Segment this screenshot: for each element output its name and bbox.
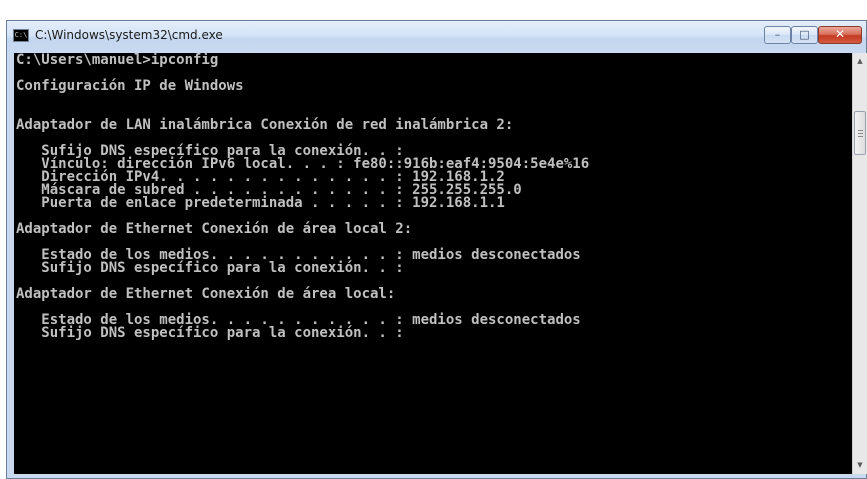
console-line: Adaptador de Ethernet Conexión de área l…: [16, 221, 413, 237]
scrollbar-thumb[interactable]: [854, 111, 866, 155]
console-line: C:\Users\manuel>ipconfig: [16, 53, 219, 68]
scroll-down-arrow-icon[interactable]: ▼: [853, 457, 867, 474]
cmd-window: C:\ C:\Windows\system32\cmd.exe – □ ✕ C:…: [6, 20, 867, 479]
console-line: Sufijo DNS específico para la conexión. …: [16, 325, 404, 341]
title-bar[interactable]: C:\ C:\Windows\system32\cmd.exe – □ ✕: [7, 21, 866, 53]
vertical-scrollbar[interactable]: ▲ ▼: [852, 53, 867, 474]
grip-line: [858, 130, 863, 131]
console-text: C:\Users\manuel>ipconfig Configuración IP…: [16, 53, 589, 341]
console-line: Adaptador de LAN inalámbrica Conexión de…: [16, 117, 514, 133]
maximize-button[interactable]: □: [791, 26, 818, 44]
grip-line: [858, 133, 863, 134]
close-button[interactable]: ✕: [818, 26, 862, 44]
minimize-button[interactable]: –: [764, 26, 791, 44]
console-output[interactable]: C:\Users\manuel>ipconfig Configuración IP…: [14, 53, 852, 474]
scroll-up-arrow-icon[interactable]: ▲: [853, 53, 867, 70]
console-line: Sufijo DNS específico para la conexión. …: [16, 260, 404, 276]
console-line: Configuración IP de Windows: [16, 78, 244, 94]
console-line: Adaptador de Ethernet Conexión de área l…: [16, 286, 396, 302]
window-title: C:\Windows\system32\cmd.exe: [35, 28, 223, 42]
grip-line: [858, 136, 863, 137]
cmd-icon[interactable]: C:\: [13, 29, 29, 42]
console-line: Puerta de enlace predeterminada . . . . …: [16, 195, 505, 211]
